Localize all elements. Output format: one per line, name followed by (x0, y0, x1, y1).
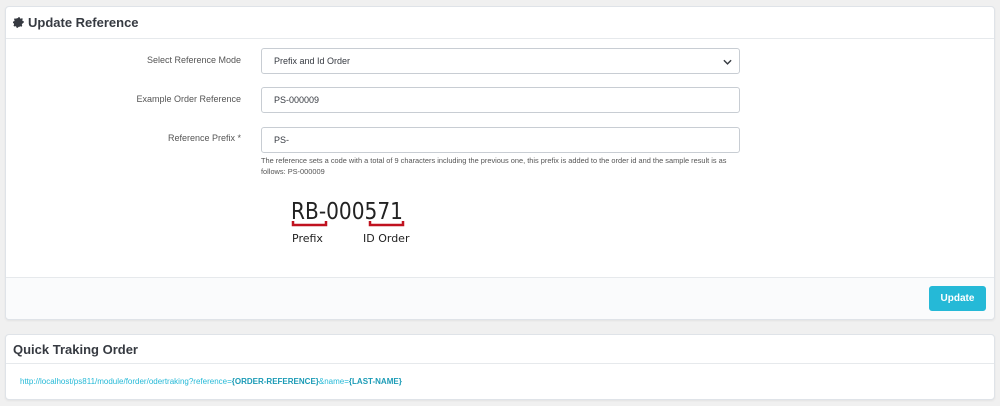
quick-tracking-panel: Quick Traking Order http://localhost/ps8… (5, 334, 995, 400)
panel-title: Update Reference (28, 15, 139, 30)
prefix-help-text: The reference sets a code with a total o… (261, 156, 727, 176)
tracking-url-name-token: {LAST-NAME} (348, 377, 402, 386)
example-reference-value: PS-000009 (274, 95, 320, 105)
panel-heading: Quick Traking Order (6, 335, 994, 364)
tracking-url-link[interactable]: http://localhost/ps811/module/forder/ode… (20, 377, 402, 386)
example-reference-field[interactable]: PS-000009 (261, 87, 740, 113)
illustration-prefix-caption: Prefix (292, 232, 323, 245)
example-label: Example Order Reference (136, 94, 241, 104)
panel-heading: Update Reference (6, 7, 994, 39)
update-reference-panel: Update Reference Select Reference Mode P… (5, 6, 995, 320)
reference-illustration: RB-000571 Prefix ID Order (289, 193, 429, 255)
illustration-id-caption: ID Order (363, 232, 410, 245)
panel-footer: Update (6, 277, 994, 319)
illustration-reference: RB-000571 (291, 199, 403, 225)
mode-label: Select Reference Mode (146, 55, 241, 65)
reference-mode-value: Prefix and Id Order (274, 56, 351, 66)
tracking-url-name-param: &name= (318, 377, 349, 386)
chevron-down-icon (723, 58, 732, 65)
reference-mode-select[interactable]: Prefix and Id Order (261, 48, 740, 74)
tracking-url-reference-token: {ORDER-REFERENCE} (231, 377, 319, 386)
reference-prefix-value: PS- (274, 135, 290, 145)
reference-prefix-input[interactable]: PS- (261, 127, 740, 153)
update-button[interactable]: Update (929, 286, 986, 311)
tracking-url-base: http://localhost/ps811/module/forder/ode… (20, 377, 232, 386)
gear-icon (13, 17, 24, 28)
prefix-label: Reference Prefix * (167, 133, 241, 143)
panel-title: Quick Traking Order (13, 341, 138, 357)
